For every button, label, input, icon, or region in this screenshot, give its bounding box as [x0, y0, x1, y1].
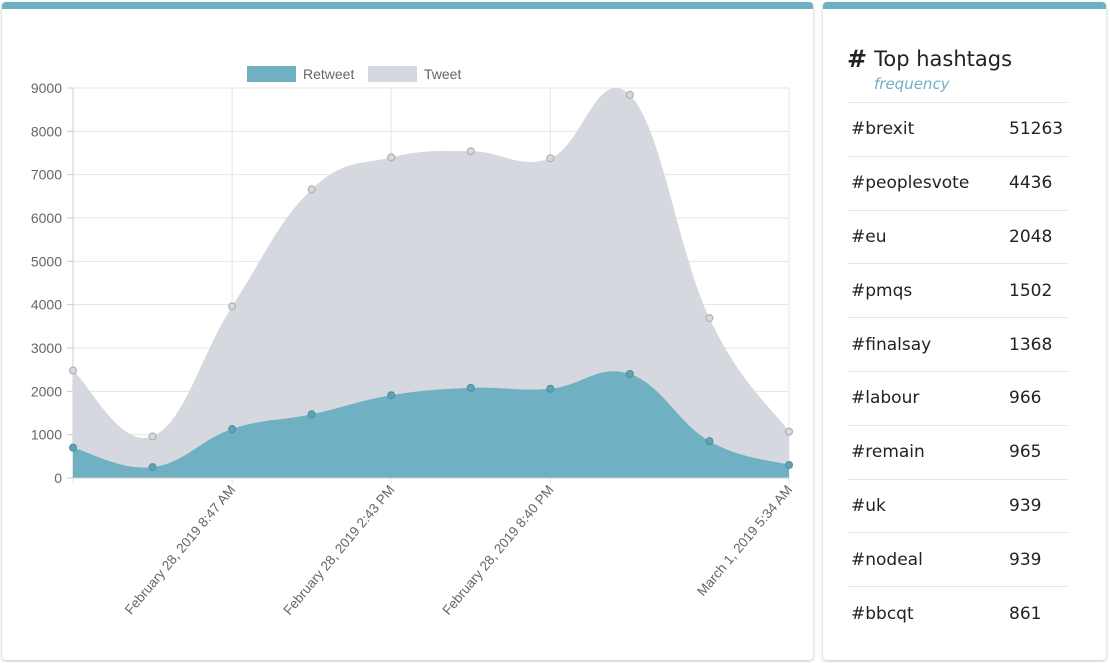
hashtag-name: #labour	[851, 388, 920, 409]
hashtag-count: 861	[1009, 603, 1042, 624]
hashtag-list: #brexit 51263 #peoplesvote 4436 #eu 2048…	[847, 102, 1068, 640]
data-point-retweet	[148, 463, 157, 472]
data-point-tweet	[466, 147, 475, 156]
data-point-tweet	[625, 90, 634, 99]
y-tick-label: 6000	[31, 210, 62, 226]
hashtag-name: #remain	[851, 442, 925, 463]
data-point-tweet	[307, 185, 316, 194]
panel-subtitle: frequency	[874, 75, 950, 93]
data-point-tweet	[228, 302, 237, 311]
hashtag-row: #remain 965	[847, 424, 1068, 479]
hashtag-row: #bbcqt 861	[847, 586, 1068, 640]
data-point-retweet	[546, 384, 555, 393]
activity-area-chart: 0 1000 2000 3000 4000 5000 6000 7000 8000 9000 Feb…	[31, 66, 795, 618]
hashtag-name: #uk	[851, 495, 886, 516]
data-point-tweet	[785, 427, 793, 436]
y-tick-label: 1000	[31, 427, 62, 443]
hashtag-name: #finalsay	[851, 334, 932, 355]
data-point-tweet	[705, 314, 714, 323]
legend-label: Retweet	[303, 66, 354, 82]
data-point-tweet	[546, 154, 555, 163]
hashtag-name: #peoplesvote	[851, 173, 970, 194]
y-tick-label: 4000	[31, 297, 62, 313]
hashtag-row: #nodeal 939	[847, 532, 1068, 586]
hashtag-row: #brexit 51263	[847, 102, 1068, 156]
y-tick-label: 3000	[31, 340, 62, 356]
hashtag-row: #pmqs 1502	[847, 263, 1068, 317]
hashtag-count: 1502	[1009, 280, 1053, 301]
data-point-retweet	[387, 391, 396, 400]
x-tick-label: February 28, 2019 8:40 PM	[439, 482, 556, 618]
data-point-retweet	[466, 383, 475, 392]
y-tick-label: 0	[54, 470, 62, 486]
hashtag-name: #eu	[851, 226, 887, 247]
chart-card: 0 1000 2000 3000 4000 5000 6000 7000 8000 9000 Feb…	[2, 2, 813, 660]
data-point-retweet	[625, 370, 634, 378]
data-point-retweet	[228, 425, 237, 434]
hashtag-name: #pmqs	[851, 280, 913, 301]
hashtag-name: #nodeal	[851, 549, 923, 570]
y-tick-label: 7000	[31, 167, 62, 183]
hashtag-icon: #	[847, 45, 868, 73]
hashtag-row: #peoplesvote 4436	[847, 155, 1068, 210]
hashtag-count: 4436	[1009, 173, 1053, 194]
data-point-tweet	[387, 153, 396, 162]
legend-swatch-retweet	[247, 66, 296, 82]
y-tick-label: 9000	[31, 80, 62, 96]
x-tick-label: March 1, 2019 5:34 AM	[694, 482, 795, 599]
hashtag-count: 51263	[1009, 119, 1064, 140]
hashtag-count: 1368	[1009, 334, 1053, 355]
data-point-retweet	[705, 437, 714, 446]
hashtag-row: #finalsay 1368	[847, 317, 1068, 371]
y-tick-label: 2000	[31, 383, 62, 399]
data-point-retweet	[785, 461, 793, 469]
data-point-retweet	[307, 410, 316, 419]
hashtag-count: 939	[1009, 549, 1042, 570]
hashtag-row: #uk 939	[847, 478, 1068, 533]
y-tick-label: 5000	[31, 253, 62, 269]
hashtag-count: 966	[1009, 388, 1042, 409]
y-tick-label: 8000	[31, 123, 62, 139]
hashtag-name: #brexit	[851, 119, 915, 140]
data-point-tweet	[69, 366, 77, 375]
hashtag-count: 965	[1009, 442, 1042, 463]
data-point-tweet	[148, 432, 157, 441]
top-hashtags-card: # Top hashtags frequency #brexit 51263 #…	[823, 2, 1106, 660]
hashtag-row: #labour 966	[847, 370, 1068, 425]
x-tick-label: February 28, 2019 8:47 AM	[122, 482, 239, 617]
panel-title: # Top hashtags	[847, 45, 1012, 73]
data-point-retweet	[69, 443, 77, 452]
x-tick-label: February 28, 2019 2:43 PM	[280, 482, 397, 618]
hashtag-count: 2048	[1009, 226, 1053, 247]
legend-label: Tweet	[424, 66, 461, 82]
panel-title-text: Top hashtags	[874, 47, 1013, 71]
hashtag-count: 939	[1009, 495, 1042, 516]
legend-swatch-tweet	[368, 66, 417, 82]
hashtag-row: #eu 2048	[847, 209, 1068, 264]
hashtag-name: #bbcqt	[851, 603, 914, 624]
